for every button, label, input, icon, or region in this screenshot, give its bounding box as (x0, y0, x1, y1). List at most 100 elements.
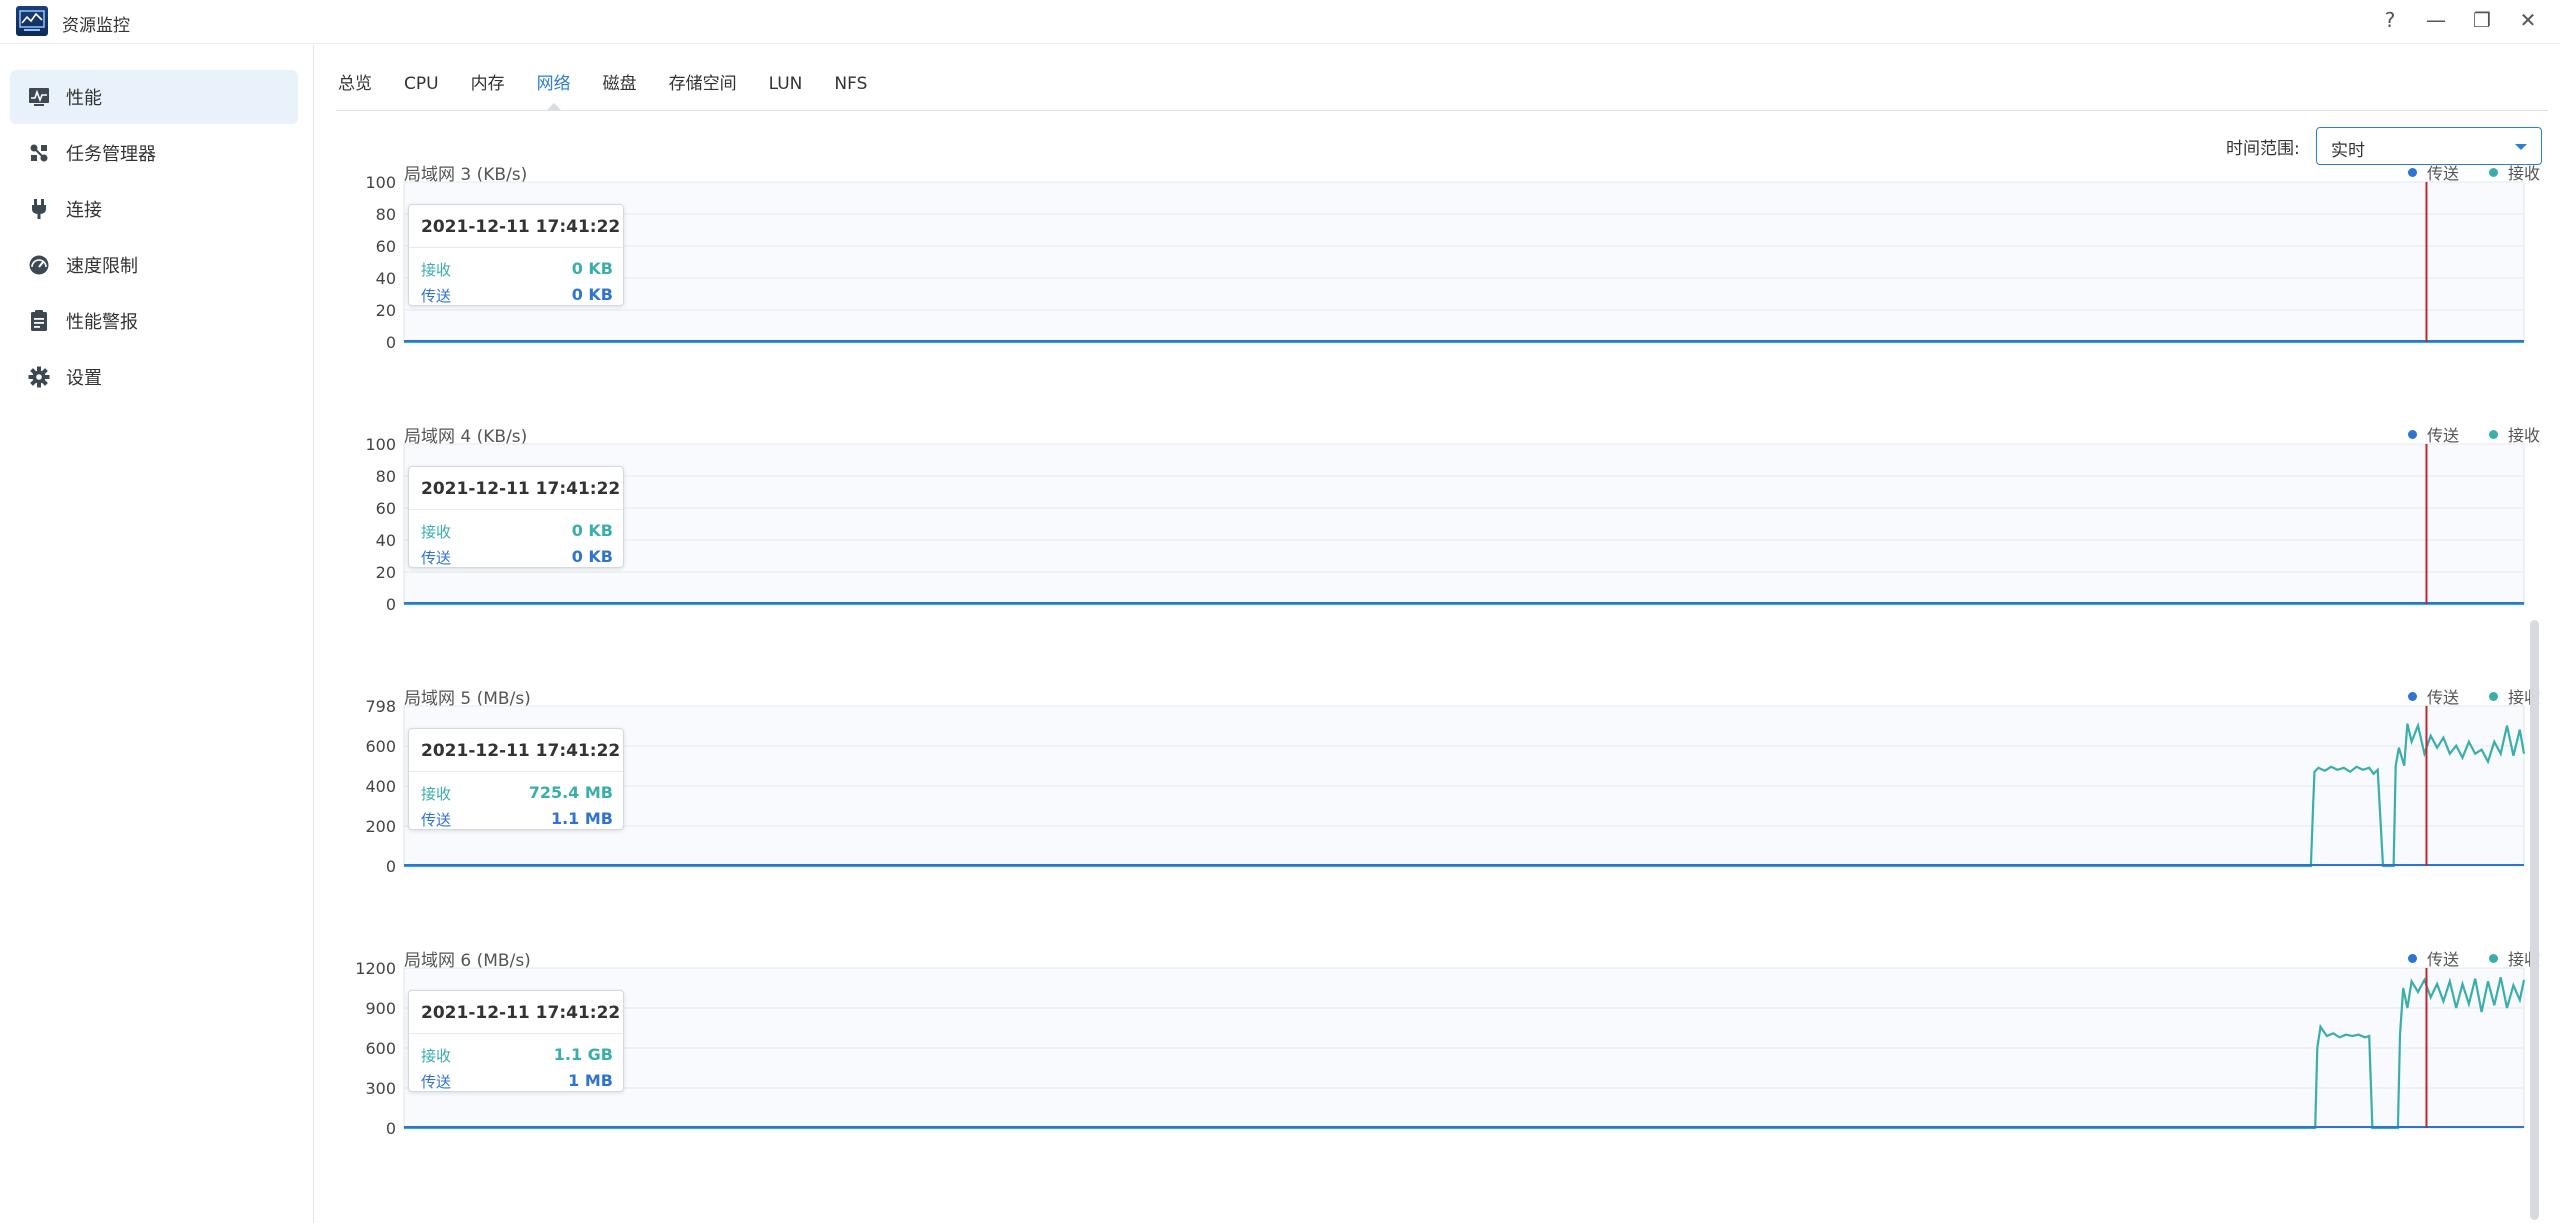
chevron-down-icon (2515, 144, 2527, 150)
sidebar-item-speed-limit[interactable]: 速度限制 (10, 238, 298, 292)
chart-tooltip: 2021-12-11 17:41:22 接收 725.4 MB 传送 1.1 MB (408, 728, 624, 830)
resource-monitor-app-icon (16, 6, 48, 36)
y-tick-label: 600 (365, 1039, 396, 1058)
tooltip-send-row: 传送 0 KB (421, 285, 613, 306)
tooltip-time: 2021-12-11 17:41:22 (421, 479, 621, 499)
sidebar-item-label: 性能 (66, 88, 102, 109)
chart-tooltip: 2021-12-11 17:41:22 接收 0 KB 传送 0 KB (408, 204, 624, 306)
sidebar-item-label: 性能警报 (66, 312, 138, 333)
tab-memory[interactable]: 内存 (471, 70, 505, 110)
tooltip-receive-row: 接收 725.4 MB (421, 783, 613, 804)
help-button[interactable]: ? (2380, 9, 2400, 31)
tab-volume[interactable]: 存储空间 (669, 70, 737, 110)
tab-cpu[interactable]: CPU (404, 70, 439, 110)
time-range-label: 时间范围: (2226, 139, 2300, 159)
tooltip-receive-value: 1.1 GB (553, 1045, 613, 1064)
tooltip-receive-value: 0 KB (571, 259, 613, 278)
tab-bar: 总览 CPU 内存 网络 磁盘 存储空间 LUN NFS (338, 70, 899, 110)
tooltip-send-value: 1 MB (568, 1071, 613, 1090)
tooltip-send-value: 0 KB (571, 285, 613, 304)
tab-overview[interactable]: 总览 (338, 70, 372, 110)
y-tick-label: 20 (376, 563, 396, 582)
y-tick-label: 600 (365, 737, 396, 756)
tooltip-send-value: 1.1 MB (550, 809, 613, 828)
y-tick-label: 20 (376, 301, 396, 320)
y-tick-label: 1200 (355, 962, 396, 978)
tooltip-receive-value: 725.4 MB (528, 783, 613, 802)
minimize-button[interactable]: — (2426, 9, 2446, 31)
tooltip-receive-label: 接收 (421, 785, 452, 803)
plot-area (403, 181, 2525, 343)
y-tick-label: 60 (376, 499, 396, 518)
tooltip-receive-row: 接收 1.1 GB (421, 1045, 613, 1066)
tab-divider (336, 110, 2548, 111)
task-manager-icon (26, 140, 52, 166)
vertical-scrollbar[interactable] (2530, 620, 2539, 1220)
chart-plot[interactable]: 100 80 60 40 20 0 (340, 176, 2526, 356)
tooltip-divider (409, 509, 623, 510)
chart-tooltip: 2021-12-11 17:41:22 接收 0 KB 传送 0 KB (408, 466, 624, 568)
tooltip-send-label: 传送 (421, 549, 452, 567)
chart-plot[interactable]: 100 80 60 40 20 0 (340, 438, 2526, 618)
sidebar-item-task-manager[interactable]: 任务管理器 (10, 126, 298, 180)
network-chart-lan6: 局域网 6 (MB/s) 传送 接收 1200 900 600 300 0 2021-12-11… (340, 948, 2540, 1178)
speed-limit-icon (26, 252, 52, 278)
y-tick-label: 0 (386, 595, 396, 614)
y-tick-label: 0 (386, 333, 396, 352)
tooltip-receive-label: 接收 (421, 523, 452, 541)
y-tick-label: 900 (365, 999, 396, 1018)
tooltip-receive-label: 接收 (421, 261, 452, 279)
network-chart-lan3: 局域网 3 (KB/s) 传送 接收 100 80 60 40 20 0 2021-12-11 1… (340, 162, 2540, 392)
tooltip-time: 2021-12-11 17:41:22 (421, 1003, 621, 1023)
y-tick-label: 200 (365, 817, 396, 836)
plug-icon (26, 196, 52, 222)
sidebar: 性能 任务管理器 连接 速度限制 性能警报 设置 (0, 45, 314, 1223)
y-tick-label: 0 (386, 1119, 396, 1138)
chart-plot[interactable]: 798 600 400 200 0 (340, 700, 2526, 880)
tooltip-divider (409, 247, 623, 248)
sidebar-item-label: 任务管理器 (66, 144, 156, 165)
sidebar-item-settings[interactable]: 设置 (10, 350, 298, 404)
restore-button[interactable]: ❐ (2472, 9, 2492, 31)
gear-icon (26, 364, 52, 390)
sidebar-item-label: 设置 (66, 368, 102, 389)
tooltip-send-row: 传送 0 KB (421, 547, 613, 568)
chart-tooltip: 2021-12-11 17:41:22 接收 1.1 GB 传送 1 MB (408, 990, 624, 1092)
tooltip-send-row: 传送 1 MB (421, 1071, 613, 1092)
y-tick-label: 100 (365, 176, 396, 192)
y-tick-label: 400 (365, 777, 396, 796)
tooltip-receive-label: 接收 (421, 1047, 452, 1065)
tab-disk[interactable]: 磁盘 (603, 70, 637, 110)
y-tick-label: 40 (376, 269, 396, 288)
tooltip-receive-row: 接收 0 KB (421, 259, 613, 280)
tooltip-time: 2021-12-11 17:41:22 (421, 217, 621, 237)
title-bar: 资源监控 ? — ❐ ✕ (0, 0, 2560, 44)
sidebar-item-label: 连接 (66, 200, 102, 221)
performance-icon (26, 84, 52, 110)
tooltip-receive-row: 接收 0 KB (421, 521, 613, 542)
time-range-value: 实时 (2331, 141, 2365, 161)
y-tick-label: 100 (365, 438, 396, 454)
sidebar-item-performance-alerts[interactable]: 性能警报 (10, 294, 298, 348)
network-chart-lan4: 局域网 4 (KB/s) 传送 接收 100 80 60 40 20 0 2021-12-11 1… (340, 424, 2540, 654)
y-tick-label: 798 (365, 700, 396, 716)
tooltip-divider (409, 1033, 623, 1034)
tooltip-divider (409, 771, 623, 772)
tooltip-receive-value: 0 KB (571, 521, 613, 540)
tab-network[interactable]: 网络 (537, 70, 571, 110)
app-title: 资源监控 (62, 16, 130, 36)
tab-nfs[interactable]: NFS (834, 70, 867, 110)
sidebar-item-performance[interactable]: 性能 (10, 70, 298, 124)
sidebar-item-connections[interactable]: 连接 (10, 182, 298, 236)
tab-lun[interactable]: LUN (769, 70, 803, 110)
close-button[interactable]: ✕ (2518, 9, 2538, 31)
y-tick-label: 80 (376, 205, 396, 224)
tooltip-send-label: 传送 (421, 1073, 452, 1091)
tooltip-send-row: 传送 1.1 MB (421, 809, 613, 830)
sidebar-item-label: 速度限制 (66, 256, 138, 277)
y-tick-label: 40 (376, 531, 396, 550)
y-tick-label: 0 (386, 857, 396, 876)
y-tick-label: 80 (376, 467, 396, 486)
chart-plot[interactable]: 1200 900 600 300 0 (340, 962, 2526, 1142)
alert-clipboard-icon (26, 308, 52, 334)
